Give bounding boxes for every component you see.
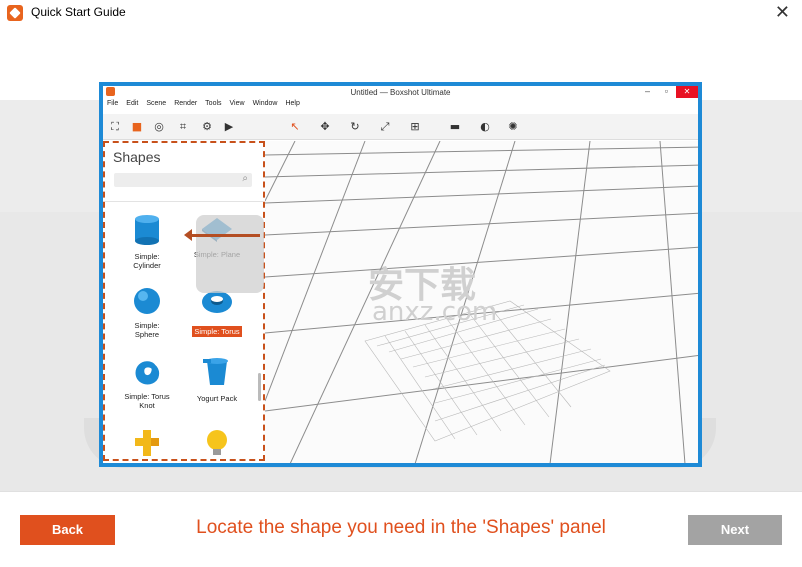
shape-item-bulb bbox=[185, 428, 249, 463]
shapes-search-input: ⌕ bbox=[114, 173, 252, 187]
window-titlebar: Quick Start Guide ✕ bbox=[0, 0, 802, 26]
frame-icon: ⌗ bbox=[179, 120, 187, 133]
sphere-pattern-icon: ◎ bbox=[154, 120, 164, 133]
camera-flip-icon: ◐ bbox=[480, 120, 490, 133]
shapes-panel: Shapes ⌕ Simple: Cylinder Simple: Sphere… bbox=[103, 141, 265, 461]
instruction-text: Locate the shape you need in the 'Shapes… bbox=[196, 517, 606, 538]
menu-window: Window bbox=[252, 100, 278, 107]
app-toolbar: ⛶ ■ ◎ ⌗ ⚙ ▶ ↖ ✥ ↻ ⤢ ⊞ ▬ ◐ ✺ bbox=[103, 114, 698, 140]
cube-icon: ■ bbox=[131, 120, 143, 133]
cross-shape-icon bbox=[135, 430, 159, 456]
shape-item-cross bbox=[115, 428, 179, 463]
clapper-icon: ▬ bbox=[449, 120, 461, 133]
menu-edit: Edit bbox=[126, 100, 139, 107]
shape-item-cylinder: Simple: Cylinder bbox=[115, 213, 179, 270]
shape-item-yogurt-pack: Yogurt Pack bbox=[185, 357, 249, 403]
menu-file: File bbox=[107, 100, 119, 107]
app-logo-icon bbox=[7, 5, 23, 21]
shapes-scrollbar bbox=[258, 373, 261, 401]
cylinder-icon bbox=[135, 215, 159, 245]
sphere-icon bbox=[134, 288, 160, 314]
watermark-logo bbox=[196, 215, 264, 293]
app-titlebar: Untitled — Boxshot Ultimate ‒ ▫ ✕ bbox=[103, 86, 698, 100]
camera-icon: ▶ bbox=[224, 120, 234, 133]
app-close-icon: ✕ bbox=[676, 86, 698, 98]
menu-tools: Tools bbox=[205, 100, 222, 107]
app-menubar: File Edit Scene Render Tools View Window… bbox=[103, 100, 698, 112]
shape-item-sphere: Simple: Sphere bbox=[115, 286, 179, 339]
menu-render: Render bbox=[174, 100, 198, 107]
move-icon: ✥ bbox=[320, 120, 330, 133]
close-icon[interactable]: ✕ bbox=[775, 2, 790, 23]
menu-help: Help bbox=[285, 100, 300, 107]
scale-icon: ⤢ bbox=[380, 120, 390, 133]
minimize-icon: ‒ bbox=[644, 86, 650, 96]
tutorial-stage: Untitled — Boxshot Ultimate ‒ ▫ ✕ File E… bbox=[0, 26, 802, 491]
bulb-icon bbox=[207, 430, 227, 455]
search-icon: ⌕ bbox=[242, 173, 248, 184]
shapes-panel-title: Shapes bbox=[113, 149, 161, 165]
select-arrow-icon: ↖ bbox=[290, 120, 300, 133]
selected-shape-label: Simple: Torus bbox=[192, 326, 242, 337]
tutorial-footer: Back Locate the shape you need in the 'S… bbox=[0, 491, 802, 567]
pointer-arrow-icon bbox=[184, 229, 260, 241]
back-button[interactable]: Back bbox=[20, 515, 115, 545]
shape-item-torus-knot: Simple: Torus Knot bbox=[115, 357, 179, 410]
maximize-icon: ▫ bbox=[664, 86, 668, 96]
app-title: Untitled — Boxshot Ultimate bbox=[350, 88, 451, 97]
next-button[interactable]: Next bbox=[688, 515, 782, 545]
hierarchy-icon: ⛶ bbox=[111, 120, 119, 133]
torus-knot-icon bbox=[135, 361, 160, 385]
shape-item-torus[interactable]: Simple: Torus bbox=[185, 288, 249, 339]
fit-icon: ⊞ bbox=[410, 120, 420, 133]
window-title: Quick Start Guide bbox=[31, 5, 126, 19]
watermark-text-en: anxz.com bbox=[372, 297, 498, 327]
rotate-icon: ↻ bbox=[350, 120, 360, 133]
menu-scene: Scene bbox=[146, 100, 167, 107]
light-icon: ✺ bbox=[508, 120, 518, 133]
menu-view: View bbox=[229, 100, 245, 107]
gear-icon: ⚙ bbox=[202, 120, 212, 133]
yogurt-pack-icon bbox=[203, 358, 228, 385]
